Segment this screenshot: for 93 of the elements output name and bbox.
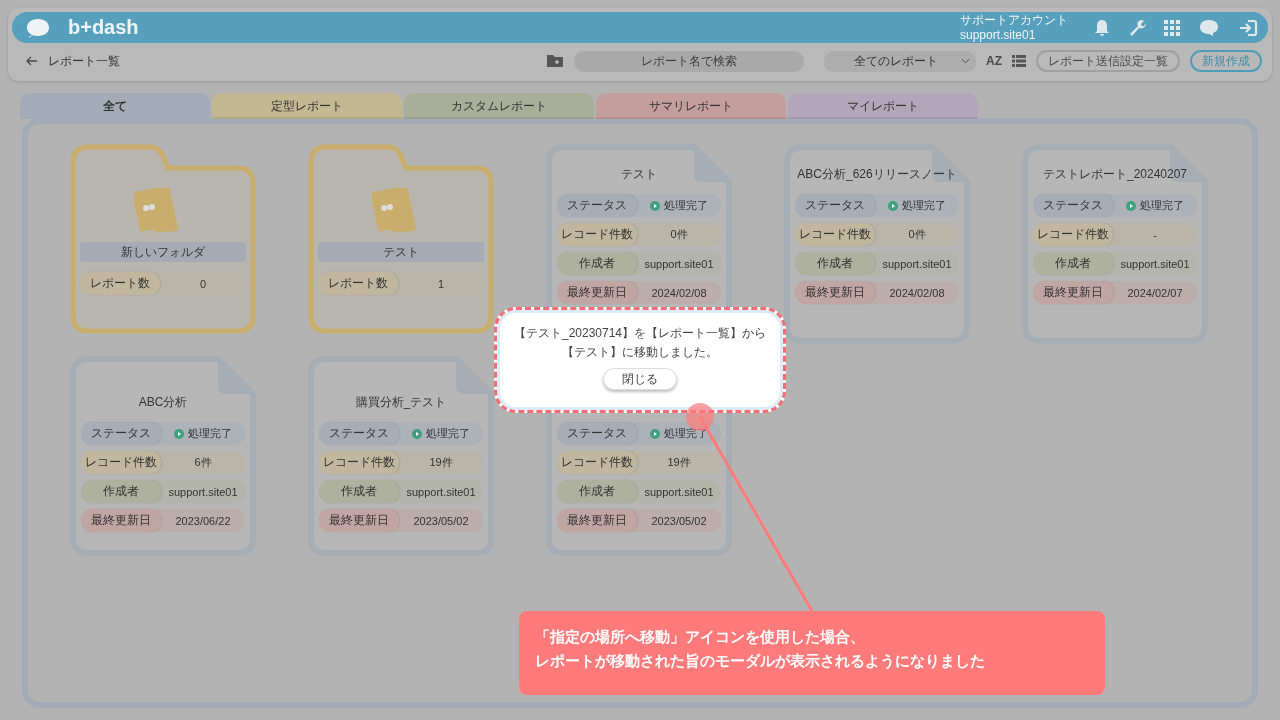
- report-title[interactable]: 購買分析_テスト: [319, 388, 483, 416]
- report-title[interactable]: ABC分析_626リリースノート: [795, 160, 959, 188]
- info-label: ステータス: [557, 422, 637, 445]
- category-tab[interactable]: 全て: [20, 93, 210, 119]
- folder-plus-icon[interactable]: [546, 54, 564, 68]
- account-id: support.site01: [960, 27, 1037, 43]
- info-label: 作成者: [557, 252, 637, 275]
- info-label: 作成者: [81, 480, 161, 503]
- info-label: レコード件数: [557, 223, 637, 246]
- info-value: 処理完了: [1113, 194, 1197, 217]
- search-field[interactable]: レポート名で検索: [574, 50, 804, 72]
- info-value: 処理完了: [399, 422, 483, 445]
- report-title[interactable]: テストレポート_20240207: [1033, 160, 1197, 188]
- play-icon: [650, 428, 660, 439]
- report-title[interactable]: テスト: [557, 160, 721, 188]
- list-view-icon[interactable]: [1012, 55, 1026, 67]
- info-value: support.site01: [643, 484, 715, 500]
- info-label: 最終更新日: [557, 509, 637, 532]
- callout-text: レポートが移動された旨のモーダルが表示されるようになりました: [535, 652, 985, 669]
- grid-icon[interactable]: [1164, 19, 1180, 36]
- play-icon: [1126, 200, 1136, 211]
- info-value: 処理完了: [875, 194, 959, 217]
- info-value: support.site01: [643, 256, 715, 272]
- info-label: レコード件数: [1033, 223, 1113, 246]
- back-arrow-icon[interactable]: [26, 56, 38, 66]
- report-title[interactable]: ABC分析: [81, 388, 245, 416]
- info-value: support.site01: [1119, 256, 1191, 272]
- speech-bubble-logo-icon: [26, 17, 50, 38]
- close-button[interactable]: 閉じる: [603, 368, 677, 391]
- category-tab[interactable]: 定型レポート: [212, 93, 402, 119]
- modal-message: 【テスト_20230714】を【レポート一覧】から: [513, 325, 767, 342]
- category-tab[interactable]: マイレポート: [788, 93, 978, 119]
- info-value: 2024/02/08: [650, 285, 708, 301]
- info-label: 最終更新日: [795, 281, 875, 304]
- folder-name[interactable]: テスト: [318, 242, 484, 262]
- info-value: support.site01: [881, 256, 953, 272]
- info-value: 19件: [428, 455, 454, 470]
- folder-name[interactable]: 新しいフォルダ: [80, 242, 246, 262]
- info-value: 6件: [193, 455, 213, 470]
- info-label: 作成者: [557, 480, 637, 503]
- info-label: ステータス: [81, 422, 161, 445]
- info-label: レコード件数: [319, 451, 399, 474]
- info-value: 2023/05/02: [650, 513, 708, 529]
- info-label: 最終更新日: [81, 509, 161, 532]
- chevron-down-icon: [961, 58, 970, 64]
- info-label: 最終更新日: [1033, 281, 1113, 304]
- category-tab[interactable]: カスタムレポート: [404, 93, 594, 119]
- logout-icon[interactable]: [1238, 18, 1258, 37]
- info-value: 2024/02/07: [1126, 285, 1184, 301]
- info-value: 0: [198, 276, 208, 292]
- info-label: レポート数: [80, 272, 160, 295]
- info-label: レコード件数: [81, 451, 161, 474]
- info-label: ステータス: [795, 194, 875, 217]
- info-label: 最終更新日: [319, 509, 399, 532]
- info-label: 作成者: [319, 480, 399, 503]
- sort-toggle[interactable]: AZ: [986, 54, 1002, 68]
- info-label: 最終更新日: [557, 281, 637, 304]
- info-value: 1: [436, 276, 446, 292]
- info-label: 作成者: [795, 252, 875, 275]
- play-icon: [412, 428, 422, 439]
- info-value: support.site01: [167, 484, 239, 500]
- info-value: -: [1152, 227, 1158, 243]
- info-label: ステータス: [1033, 194, 1113, 217]
- info-value: 19件: [666, 455, 692, 470]
- info-label: ステータス: [319, 422, 399, 445]
- info-label: 作成者: [1033, 252, 1113, 275]
- settings-list-button[interactable]: レポート送信設定一覧: [1036, 50, 1180, 72]
- info-value: support.site01: [405, 484, 477, 500]
- chat-icon[interactable]: [1198, 18, 1220, 37]
- play-icon: [174, 428, 184, 439]
- play-icon: [888, 200, 898, 211]
- bell-icon[interactable]: [1094, 18, 1110, 37]
- report-filter-select[interactable]: 全てのレポート: [824, 50, 976, 72]
- info-value: 2023/06/22: [174, 513, 232, 529]
- account-role: サポートアカウント: [960, 12, 1068, 28]
- info-value: 2023/05/02: [412, 513, 470, 529]
- info-value: 0件: [669, 227, 689, 242]
- info-value: 処理完了: [637, 194, 721, 217]
- info-value: 2024/02/08: [888, 285, 946, 301]
- callout-text: 「指定の場所へ移動」アイコンを使用した場合、: [535, 628, 865, 645]
- modal-message: 【テスト】に移動しました。: [562, 344, 718, 362]
- logo: b+dash: [68, 16, 140, 39]
- play-icon: [650, 200, 660, 211]
- category-tab[interactable]: サマリレポート: [596, 93, 786, 119]
- info-label: レポート数: [318, 272, 398, 295]
- info-value: 0件: [907, 227, 927, 242]
- info-value: 処理完了: [161, 422, 245, 445]
- info-label: レコード件数: [557, 451, 637, 474]
- page-title: レポート一覧: [48, 52, 121, 70]
- wrench-icon[interactable]: [1128, 18, 1146, 37]
- info-value: 処理完了: [637, 422, 721, 445]
- info-label: レコード件数: [795, 223, 875, 246]
- info-label: ステータス: [557, 194, 637, 217]
